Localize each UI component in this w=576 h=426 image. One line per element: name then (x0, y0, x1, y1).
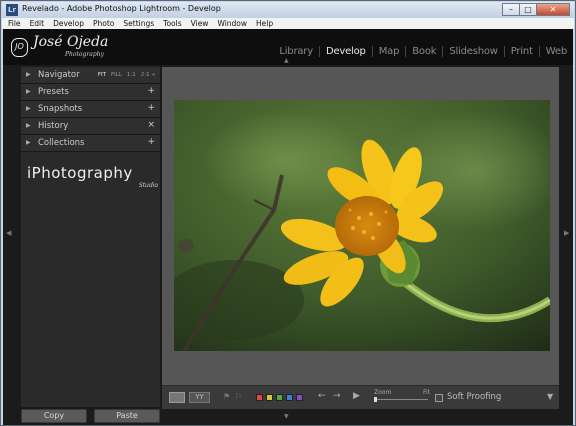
maximize-button[interactable]: □ (519, 3, 537, 16)
nav-zoom-fill[interactable]: FILL (111, 72, 122, 78)
lightroom-app-icon: Lr (6, 4, 18, 16)
color-label-red[interactable] (256, 394, 263, 401)
module-book[interactable]: Book (405, 46, 442, 57)
before-after-button[interactable]: YY (189, 392, 210, 403)
color-label-purple[interactable] (296, 394, 303, 401)
nav-zoom-fit[interactable]: FIT (98, 72, 106, 78)
main-photo[interactable] (174, 100, 550, 351)
loupe-view-button[interactable] (169, 392, 185, 403)
soft-proofing-checkbox[interactable] (435, 394, 443, 402)
expand-triangle-icon: ▶ (26, 122, 31, 129)
menu-settings[interactable]: Settings (123, 19, 154, 28)
yellow-flower-photo (174, 100, 550, 351)
menu-window[interactable]: Window (217, 19, 247, 28)
menu-tools[interactable]: Tools (163, 19, 181, 28)
expand-triangle-icon: ▶ (26, 139, 31, 146)
clear-history-button[interactable]: × (147, 120, 155, 130)
expand-triangle-icon: ▶ (26, 71, 31, 78)
module-map[interactable]: Map (371, 46, 406, 57)
flag-pick-icon[interactable]: ⚑ (223, 392, 230, 401)
panel-collections-label: Collections (38, 138, 85, 148)
panel-presets-label: Presets (38, 87, 69, 97)
iphotography-logo: iPhotography Studio (25, 163, 161, 191)
panel-presets[interactable]: ▶ Presets + (21, 84, 160, 101)
collapse-left-panel-icon[interactable]: ◀ (6, 229, 11, 237)
identity-name: José Ojeda (33, 34, 108, 50)
zoom-slider-handle[interactable] (374, 397, 377, 402)
menu-view[interactable]: View (191, 19, 209, 28)
soft-proofing-label: Soft Proofing (447, 392, 502, 402)
module-web[interactable]: Web (538, 46, 573, 57)
title-bar[interactable]: Lr Revelado - Adobe Photoshop Lightroom … (2, 2, 574, 18)
collapse-filmstrip-icon[interactable]: ▼ (284, 413, 289, 420)
menu-edit[interactable]: Edit (30, 19, 45, 28)
module-library[interactable]: Library (273, 46, 319, 57)
nav-zoom-1-1[interactable]: 1:1 (127, 72, 136, 78)
panel-history-label: History (38, 121, 69, 131)
panel-history[interactable]: ▶ History × (21, 118, 160, 135)
left-panel: ▶ Navigator FIT FILL 1:1 2:1 ÷ ▶ Presets… (21, 67, 160, 407)
develop-toolbar: YY ⚑ ⚐ ← → ▶ Zoom Fit Soft Proofing ▼ (162, 385, 559, 409)
previous-photo-icon[interactable]: ← (318, 391, 326, 401)
panel-snapshots[interactable]: ▶ Snapshots + (21, 101, 160, 118)
module-print[interactable]: Print (503, 46, 539, 57)
panel-collections[interactable]: ▶ Collections + (21, 135, 160, 152)
add-preset-button[interactable]: + (147, 86, 155, 96)
next-photo-icon[interactable]: → (333, 391, 341, 401)
zoom-fit-label: Fit (423, 389, 431, 396)
module-picker: Library Develop Map Book Slideshow Print… (273, 46, 573, 57)
zoom-label: Zoom (374, 389, 392, 396)
window-title: Revelado - Adobe Photoshop Lightroom - D… (22, 4, 221, 13)
module-develop[interactable]: Develop (318, 46, 372, 57)
identity-first-name: José (33, 34, 63, 50)
close-button[interactable]: ✕ (536, 3, 570, 16)
flag-reject-icon[interactable]: ⚐ (235, 392, 242, 401)
panel-navigator[interactable]: ▶ Navigator FIT FILL 1:1 2:1 ÷ (21, 67, 160, 84)
menu-help[interactable]: Help (256, 19, 273, 28)
menu-file[interactable]: File (8, 19, 21, 28)
expand-triangle-icon: ▶ (26, 88, 31, 95)
zoom-slider[interactable] (374, 399, 428, 400)
iphotography-logo-sub: Studio (138, 182, 158, 189)
menu-photo[interactable]: Photo (93, 19, 114, 28)
menu-bar: File Edit Develop Photo Settings Tools V… (2, 18, 574, 29)
minimize-button[interactable]: – (502, 3, 520, 16)
image-stage (162, 67, 559, 409)
menu-develop[interactable]: Develop (53, 19, 84, 28)
paste-settings-button[interactable]: Paste (94, 409, 160, 423)
color-label-blue[interactable] (286, 394, 293, 401)
lightroom-workspace: JO José Ojeda Photography Library Develo… (3, 29, 573, 425)
play-slideshow-icon[interactable]: ▶ (353, 391, 360, 401)
identity-last-name: Ojeda (66, 34, 109, 50)
navigator-zoom-options: FIT FILL 1:1 2:1 ÷ (93, 72, 156, 78)
toolbar-menu-icon[interactable]: ▼ (547, 392, 553, 401)
add-collection-button[interactable]: + (147, 137, 155, 147)
identity-logo-icon: JO (11, 38, 28, 57)
app-window: Lr Revelado - Adobe Photoshop Lightroom … (0, 0, 576, 426)
collapse-top-panel-icon[interactable]: ▲ (284, 57, 289, 64)
window-controls: – □ ✕ (502, 3, 570, 16)
panel-snapshots-label: Snapshots (38, 104, 83, 114)
module-slideshow[interactable]: Slideshow (442, 46, 503, 57)
nav-zoom-2-1[interactable]: 2:1 ÷ (141, 72, 156, 78)
iphotography-logo-text: iPhotography (27, 164, 133, 182)
panel-navigator-label: Navigator (38, 70, 80, 80)
left-panel-footer: Copy Paste (21, 409, 160, 425)
collapse-right-panel-icon[interactable]: ▶ (564, 229, 569, 237)
color-label-yellow[interactable] (266, 394, 273, 401)
color-label-green[interactable] (276, 394, 283, 401)
identity-subtitle: Photography (65, 51, 104, 58)
expand-triangle-icon: ▶ (26, 105, 31, 112)
add-snapshot-button[interactable]: + (147, 103, 155, 113)
copy-settings-button[interactable]: Copy (21, 409, 87, 423)
